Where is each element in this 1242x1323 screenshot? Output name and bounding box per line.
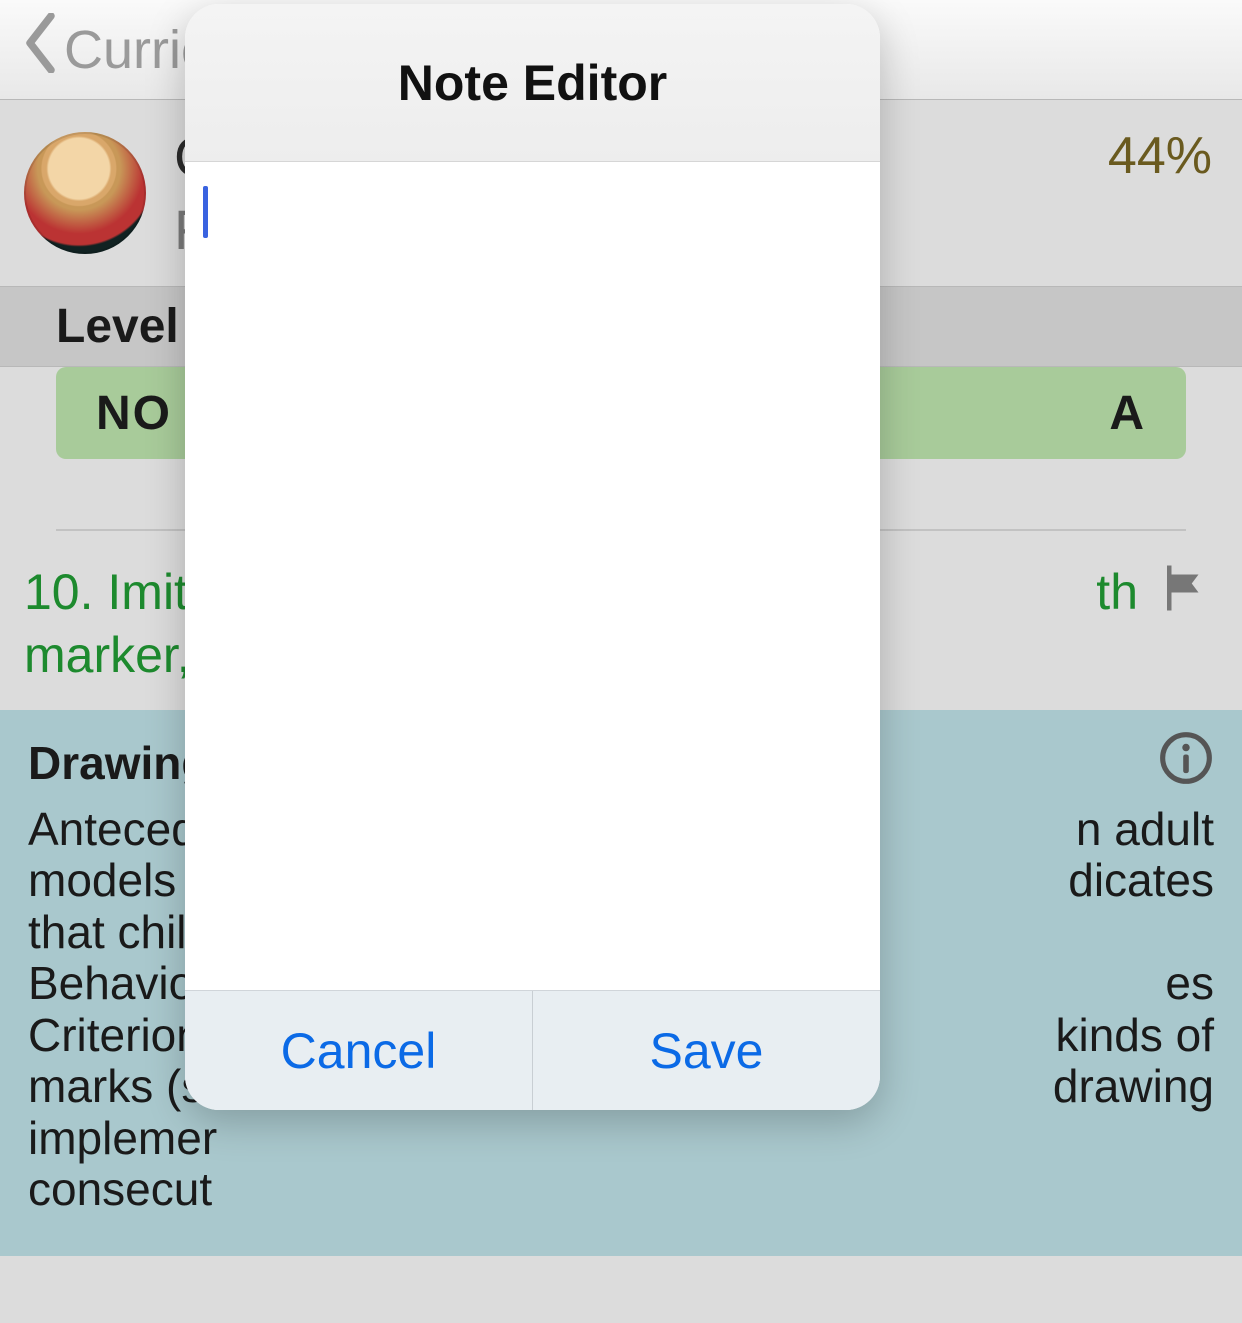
cancel-button[interactable]: Cancel [185,991,532,1110]
pill-left: NO [96,386,172,441]
detail-line-right: drawing [1053,1061,1214,1113]
detail-line-right: kinds of [1055,1010,1214,1062]
detail-line-left: implemer [28,1113,217,1165]
item-title-right: th [1096,561,1138,624]
detail-line-right: n adult [1076,804,1214,856]
note-textarea[interactable] [185,162,880,990]
detail-line: consecut [28,1164,1214,1216]
avatar[interactable] [24,132,146,254]
info-icon[interactable] [1158,730,1214,797]
modal-title: Note Editor [398,54,667,112]
detail-line: implemer [28,1113,1214,1165]
detail-line-left: consecut [28,1164,212,1216]
save-button[interactable]: Save [532,991,880,1110]
detail-line-left: Criterion [28,1010,202,1062]
back-button[interactable]: Curric [20,13,208,86]
detail-line-left: that chilc [28,907,210,959]
modal-footer: Cancel Save [185,990,880,1110]
detail-line-right: es [1165,958,1214,1010]
modal-header: Note Editor [185,4,880,162]
progress-percent: 44% [1108,126,1212,186]
note-editor-modal: Note Editor Cancel Save [185,4,880,1110]
modal-body [185,162,880,990]
flag-icon[interactable] [1158,561,1212,620]
pill-right: A [1109,386,1146,441]
detail-line-right: dicates [1068,855,1214,907]
chevron-left-icon [20,13,58,86]
